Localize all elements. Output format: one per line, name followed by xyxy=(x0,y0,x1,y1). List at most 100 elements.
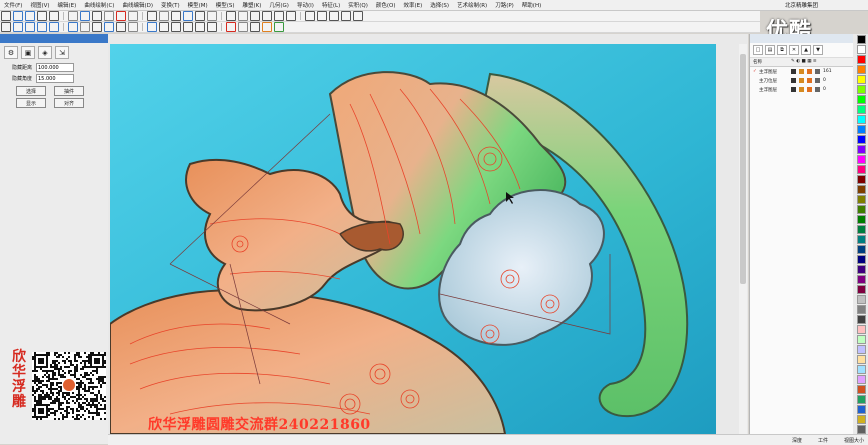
palette-color-swatch[interactable] xyxy=(857,225,866,234)
main-tool-icon-11[interactable] xyxy=(147,11,157,21)
main-tool-icon-4[interactable] xyxy=(49,11,59,21)
layer-color-swatch[interactable] xyxy=(799,87,804,92)
gear-icon[interactable]: ⚙ xyxy=(4,46,18,59)
show-button[interactable]: 显示 xyxy=(16,98,46,108)
menu-item-16[interactable]: 艺术绘制(R) xyxy=(453,1,491,9)
palette-color-swatch[interactable] xyxy=(857,325,866,334)
secondary-tool-icon-1[interactable] xyxy=(13,22,23,32)
palette-color-swatch[interactable] xyxy=(857,165,866,174)
secondary-tool-icon-9[interactable] xyxy=(116,22,126,32)
palette-color-swatch[interactable] xyxy=(857,265,866,274)
hide-distance-input[interactable] xyxy=(36,63,74,72)
palette-color-swatch[interactable] xyxy=(857,315,866,324)
main-tool-icon-3[interactable] xyxy=(37,11,47,21)
main-tool-icon-7[interactable] xyxy=(92,11,102,21)
menu-item-3[interactable]: 曲线绘制(C) xyxy=(80,1,118,9)
menu-item-7[interactable]: 模型(S) xyxy=(212,1,239,9)
layer-style-icon[interactable] xyxy=(815,87,820,92)
palette-color-swatch[interactable] xyxy=(857,35,866,44)
palette-color-swatch[interactable] xyxy=(857,205,866,214)
layer-row[interactable]: 主刀位层 0 xyxy=(750,76,853,85)
secondary-tool-icon-2[interactable] xyxy=(25,22,35,32)
palette-color-swatch[interactable] xyxy=(857,285,866,294)
palette-color-swatch[interactable] xyxy=(857,145,866,154)
palette-color-swatch[interactable] xyxy=(857,305,866,314)
main-tool-icon-10[interactable] xyxy=(128,11,138,21)
shape-icon[interactable]: ◈ xyxy=(38,46,52,59)
palette-color-swatch[interactable] xyxy=(857,65,866,74)
palette-color-swatch[interactable] xyxy=(857,255,866,264)
main-tool-icon-9[interactable] xyxy=(116,11,126,21)
main-tool-icon-24[interactable] xyxy=(317,11,327,21)
secondary-tool-icon-11[interactable] xyxy=(147,22,157,32)
menu-item-12[interactable]: 实积(Q) xyxy=(344,1,372,9)
main-tool-icon-13[interactable] xyxy=(171,11,181,21)
menu-item-18[interactable]: 帮助(H) xyxy=(518,1,545,9)
main-tool-icon-25[interactable] xyxy=(329,11,339,21)
main-tool-icon-2[interactable] xyxy=(25,11,35,21)
palette-color-swatch[interactable] xyxy=(857,405,866,414)
secondary-tool-icon-16[interactable] xyxy=(207,22,217,32)
secondary-tool-icon-13[interactable] xyxy=(171,22,181,32)
hide-angle-input[interactable] xyxy=(36,74,74,83)
menu-item-13[interactable]: 颜色(O) xyxy=(372,1,400,9)
palette-color-swatch[interactable] xyxy=(857,235,866,244)
menu-item-5[interactable]: 变换(T) xyxy=(157,1,184,9)
main-tool-icon-8[interactable] xyxy=(104,11,114,21)
palette-color-swatch[interactable] xyxy=(857,95,866,104)
main-tool-icon-1[interactable] xyxy=(13,11,23,21)
layer-pen-icon[interactable] xyxy=(791,78,796,83)
layer-fill-swatch[interactable] xyxy=(807,87,812,92)
main-tool-icon-5[interactable] xyxy=(68,11,78,21)
new-layer-icon[interactable]: □ xyxy=(753,45,763,55)
layer-color-swatch[interactable] xyxy=(799,78,804,83)
secondary-tool-icon-17[interactable] xyxy=(226,22,236,32)
main-tool-icon-20[interactable] xyxy=(262,11,272,21)
palette-color-swatch[interactable] xyxy=(857,365,866,374)
palette-color-swatch[interactable] xyxy=(857,335,866,344)
main-tool-icon-0[interactable] xyxy=(1,11,11,21)
delete-icon[interactable]: ✕ xyxy=(789,45,799,55)
secondary-tool-icon-10[interactable] xyxy=(128,22,138,32)
layer-fill-swatch[interactable] xyxy=(807,69,812,74)
palette-color-swatch[interactable] xyxy=(857,395,866,404)
layer-color-swatch[interactable] xyxy=(799,69,804,74)
secondary-tool-icon-8[interactable] xyxy=(104,22,114,32)
menu-item-0[interactable]: 文件(F) xyxy=(0,1,26,9)
main-tool-icon-16[interactable] xyxy=(207,11,217,21)
secondary-tool-icon-12[interactable] xyxy=(159,22,169,32)
main-tool-icon-19[interactable] xyxy=(250,11,260,21)
secondary-tool-icon-5[interactable] xyxy=(68,22,78,32)
menu-item-8[interactable]: 雕塑(K) xyxy=(238,1,265,9)
palette-color-swatch[interactable] xyxy=(857,105,866,114)
palette-color-swatch[interactable] xyxy=(857,415,866,424)
menu-item-1[interactable]: 视图(V) xyxy=(26,1,53,9)
palette-color-swatch[interactable] xyxy=(857,75,866,84)
main-tool-icon-15[interactable] xyxy=(195,11,205,21)
palette-color-swatch[interactable] xyxy=(857,425,866,434)
main-tool-icon-26[interactable] xyxy=(341,11,351,21)
secondary-tool-icon-6[interactable] xyxy=(80,22,90,32)
layers-icon[interactable]: ▣ xyxy=(21,46,35,59)
main-tool-icon-23[interactable] xyxy=(305,11,315,21)
main-tool-icon-14[interactable] xyxy=(183,11,193,21)
main-tool-icon-21[interactable] xyxy=(274,11,284,21)
palette-color-swatch[interactable] xyxy=(857,175,866,184)
palette-color-swatch[interactable] xyxy=(857,155,866,164)
palette-color-swatch[interactable] xyxy=(857,355,866,364)
layer-style-icon[interactable] xyxy=(815,78,820,83)
palette-color-swatch[interactable] xyxy=(857,85,866,94)
palette-color-swatch[interactable] xyxy=(857,55,866,64)
menu-item-2[interactable]: 编辑(E) xyxy=(54,1,81,9)
layer-pen-icon[interactable] xyxy=(791,69,796,74)
menu-item-10[interactable]: 导动(I) xyxy=(293,1,318,9)
main-tool-icon-6[interactable] xyxy=(80,11,90,21)
move-icon[interactable]: ⇲ xyxy=(55,46,69,59)
viewport-scrollbar[interactable] xyxy=(739,44,747,434)
main-tool-icon-22[interactable] xyxy=(286,11,296,21)
main-tool-icon-27[interactable] xyxy=(353,11,363,21)
copy-icon[interactable]: ⧉ xyxy=(777,45,787,55)
layer-fill-swatch[interactable] xyxy=(807,78,812,83)
secondary-tool-icon-19[interactable] xyxy=(250,22,260,32)
palette-color-swatch[interactable] xyxy=(857,345,866,354)
